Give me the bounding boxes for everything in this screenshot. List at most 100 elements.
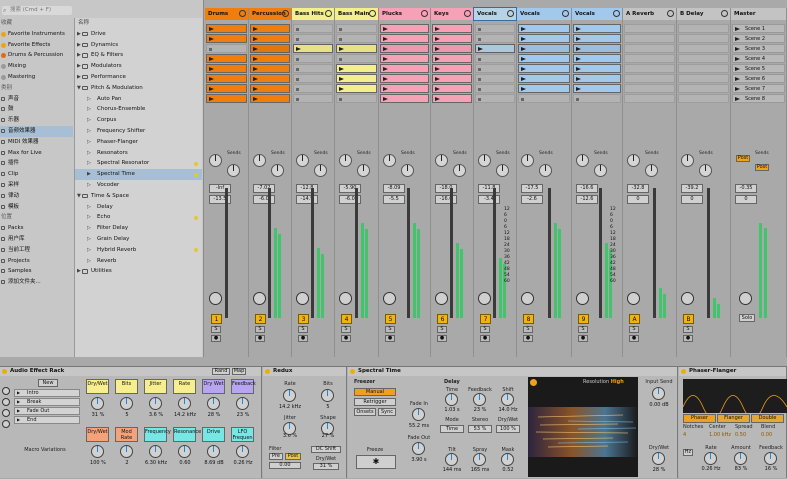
clip-slot[interactable] [678, 54, 729, 63]
clip-stop-icon[interactable] [339, 58, 342, 61]
clip-slot[interactable] [293, 24, 333, 33]
post-button[interactable]: Post [736, 155, 750, 162]
track-header[interactable]: Vocals [473, 7, 517, 21]
pan-knob[interactable] [478, 292, 491, 305]
monitor-icon[interactable]: ● [255, 335, 265, 342]
pan-knob[interactable] [576, 292, 589, 305]
freeze-button[interactable]: ✱ [356, 455, 396, 469]
scene-slot[interactable]: Scene 4 [732, 54, 785, 63]
scene-slot[interactable]: Scene 8 [732, 94, 785, 103]
track-arm-icon[interactable] [369, 10, 376, 17]
device-arrow-icon[interactable]: ▷ [87, 212, 91, 223]
onsets-button[interactable]: Onsets [354, 408, 376, 416]
solo-button[interactable]: S [683, 326, 693, 333]
solo-button[interactable]: S [578, 326, 588, 333]
variation-arrow-icon[interactable]: ▶ [17, 399, 20, 405]
clip-play-icon[interactable] [296, 47, 301, 51]
clip-slot[interactable] [624, 74, 675, 83]
browser-item[interactable]: ▶ Dynamics [75, 40, 202, 51]
places-item[interactable]: Mixing [0, 61, 73, 72]
fadeout-knob[interactable] [412, 442, 425, 455]
clip-slot[interactable] [432, 94, 472, 103]
pan-display[interactable]: -14.9 [296, 195, 318, 204]
macro-label[interactable]: Feedback [231, 379, 256, 394]
clip-slot[interactable] [678, 84, 729, 93]
clip-slot[interactable] [336, 84, 377, 93]
clip-play-icon[interactable] [521, 57, 526, 61]
delay-param-knob[interactable] [473, 453, 486, 466]
scene-slot[interactable]: Scene 2 [732, 34, 785, 43]
solo-button[interactable]: S [211, 326, 221, 333]
scene-slot[interactable]: Scene 6 [732, 74, 785, 83]
clip-slot[interactable] [380, 54, 429, 63]
fadein-knob[interactable] [412, 408, 425, 421]
pan-knob[interactable] [209, 292, 222, 305]
pan-knob[interactable] [681, 292, 694, 305]
collapsed-arrow-icon[interactable]: ▶ [77, 29, 81, 40]
clip-slot[interactable] [475, 64, 515, 73]
send-a-knob[interactable] [681, 154, 694, 167]
browser-item[interactable]: ▷ Frequency Shifter [75, 126, 202, 137]
clip-slot[interactable] [475, 54, 515, 63]
clip-slot[interactable] [475, 94, 515, 103]
clip-play-icon[interactable] [383, 57, 388, 61]
track-arm-icon[interactable] [421, 10, 428, 17]
clip-slot[interactable] [206, 64, 247, 73]
clip-slot[interactable] [206, 84, 247, 93]
pan-knob[interactable] [383, 292, 396, 305]
browser-item[interactable]: ▶ Modulators [75, 61, 202, 72]
clip-play-icon[interactable] [339, 77, 344, 81]
pan-display[interactable]: -16.0 [435, 195, 457, 204]
clip-stop-icon[interactable] [478, 78, 481, 81]
macro-label[interactable]: Dry/Wet [86, 427, 109, 442]
browser-item[interactable]: ▷ Delay [75, 202, 202, 213]
track-header[interactable]: Percussion [249, 8, 291, 20]
clip-play-icon[interactable] [253, 77, 258, 81]
variation-item[interactable]: ▶ Break [14, 398, 80, 406]
phaser-param-value[interactable]: 0.00 [761, 432, 787, 438]
clip-stop-icon[interactable] [478, 38, 481, 41]
clip-stop-icon[interactable] [478, 28, 481, 31]
clip-stop-icon[interactable] [296, 78, 299, 81]
clip-slot[interactable] [250, 64, 290, 73]
clip-slot[interactable] [475, 24, 515, 33]
macro-label[interactable]: Bits [115, 379, 138, 394]
clip-play-icon[interactable] [576, 27, 581, 31]
clip-play-icon[interactable] [253, 67, 258, 71]
clip-slot[interactable] [336, 94, 377, 103]
places-item[interactable]: 音频效果器 [0, 125, 73, 137]
macro-label[interactable]: Mod Rate [115, 427, 138, 442]
clip-stop-icon[interactable] [209, 48, 212, 51]
delay-param-knob[interactable] [473, 393, 486, 406]
hz-button[interactable]: Hz [683, 449, 693, 456]
phaser-knob[interactable] [704, 452, 717, 465]
clip-slot[interactable] [518, 54, 570, 63]
scene-launch-icon[interactable] [735, 67, 740, 71]
pan-knob[interactable] [521, 292, 534, 305]
delay-param-box[interactable]: 100 % [496, 425, 520, 433]
device-arrow-icon[interactable]: ▷ [87, 94, 91, 105]
send-b-knob[interactable] [645, 164, 658, 177]
volume-display[interactable]: -11.8 [478, 184, 500, 193]
device-arrow-icon[interactable]: ▷ [87, 202, 91, 213]
clip-stop-icon[interactable] [296, 98, 299, 101]
solo-button[interactable]: S [298, 326, 308, 333]
clip-stop-icon[interactable] [576, 98, 579, 101]
pan-knob[interactable] [627, 292, 640, 305]
clip-play-icon[interactable] [253, 87, 258, 91]
send-b-knob[interactable] [496, 164, 509, 177]
scene-launch-icon[interactable] [735, 27, 740, 31]
variation-item[interactable]: ▶ Intro [14, 389, 80, 397]
clip-slot[interactable] [250, 94, 290, 103]
browser-item[interactable]: ▷ Auto Pan [75, 94, 202, 105]
browser-item[interactable]: ▷ Filter Delay [75, 223, 202, 234]
send-a-knob[interactable] [209, 154, 222, 167]
monitor-icon[interactable]: ● [480, 335, 490, 342]
clip-slot[interactable] [624, 34, 675, 43]
clip-stop-icon[interactable] [296, 68, 299, 71]
send-a-knob[interactable] [521, 154, 534, 167]
clip-slot[interactable] [678, 74, 729, 83]
macro-knob[interactable] [149, 445, 162, 458]
places-item[interactable]: 添加文件夹... [0, 277, 73, 288]
clip-play-icon[interactable] [383, 97, 388, 101]
